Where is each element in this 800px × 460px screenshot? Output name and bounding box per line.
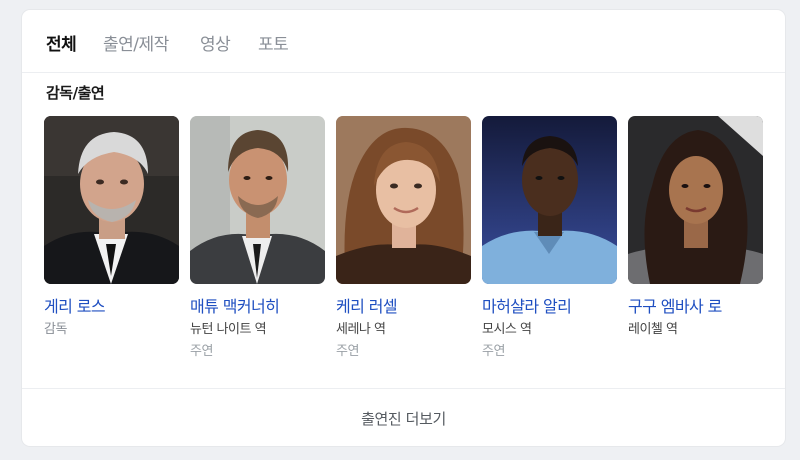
person-type: 주연 — [336, 344, 359, 359]
person-photo[interactable] — [482, 116, 617, 284]
person-photo[interactable] — [628, 116, 763, 284]
person-role: 뉴턴 나이트 역 — [190, 322, 267, 337]
person-name[interactable]: 매튜 맥커너히 — [190, 293, 325, 315]
tab-cast-production[interactable]: 출연/제작 — [103, 30, 169, 55]
person-role: 레이첼 역 — [628, 322, 678, 337]
person-card-5[interactable]: 구구 엠바사 로 레이첼 역 — [628, 116, 763, 338]
person-photo[interactable] — [336, 116, 471, 284]
person-role: 감독 — [44, 322, 67, 337]
person-card-3[interactable]: 케리 러셀 세레나 역 주연 — [336, 116, 471, 359]
person-card-2[interactable]: 매튜 맥커너히 뉴턴 나이트 역 주연 — [190, 116, 325, 359]
tab-video[interactable]: 영상 — [200, 30, 231, 55]
person-card-1[interactable]: 게리 로스 감독 — [44, 116, 179, 338]
person-photo[interactable] — [190, 116, 325, 284]
person-type: 주연 — [482, 344, 505, 359]
person-photo[interactable] — [44, 116, 179, 284]
tab-photo[interactable]: 포토 — [258, 30, 289, 55]
tab-all[interactable]: 전체 — [46, 30, 77, 55]
person-name[interactable]: 케리 러셀 — [336, 293, 471, 315]
cast-card: 전체 출연/제작 영상 포토 감독/출연 게리 로스 감독 매튜 맥커너히 뉴턴… — [22, 10, 785, 446]
person-role: 모시스 역 — [482, 322, 532, 337]
tab-bar: 전체 출연/제작 영상 포토 — [22, 10, 785, 73]
person-name[interactable]: 구구 엠바사 로 — [628, 293, 763, 315]
more-cast-button[interactable]: 출연진 더보기 — [22, 408, 785, 429]
person-name[interactable]: 게리 로스 — [44, 293, 179, 315]
person-type: 주연 — [190, 344, 213, 359]
divider — [22, 388, 785, 389]
person-card-4[interactable]: 마허샬라 알리 모시스 역 주연 — [482, 116, 617, 359]
section-title: 감독/출연 — [46, 84, 105, 102]
person-name[interactable]: 마허샬라 알리 — [482, 293, 617, 315]
person-role: 세레나 역 — [336, 322, 386, 337]
